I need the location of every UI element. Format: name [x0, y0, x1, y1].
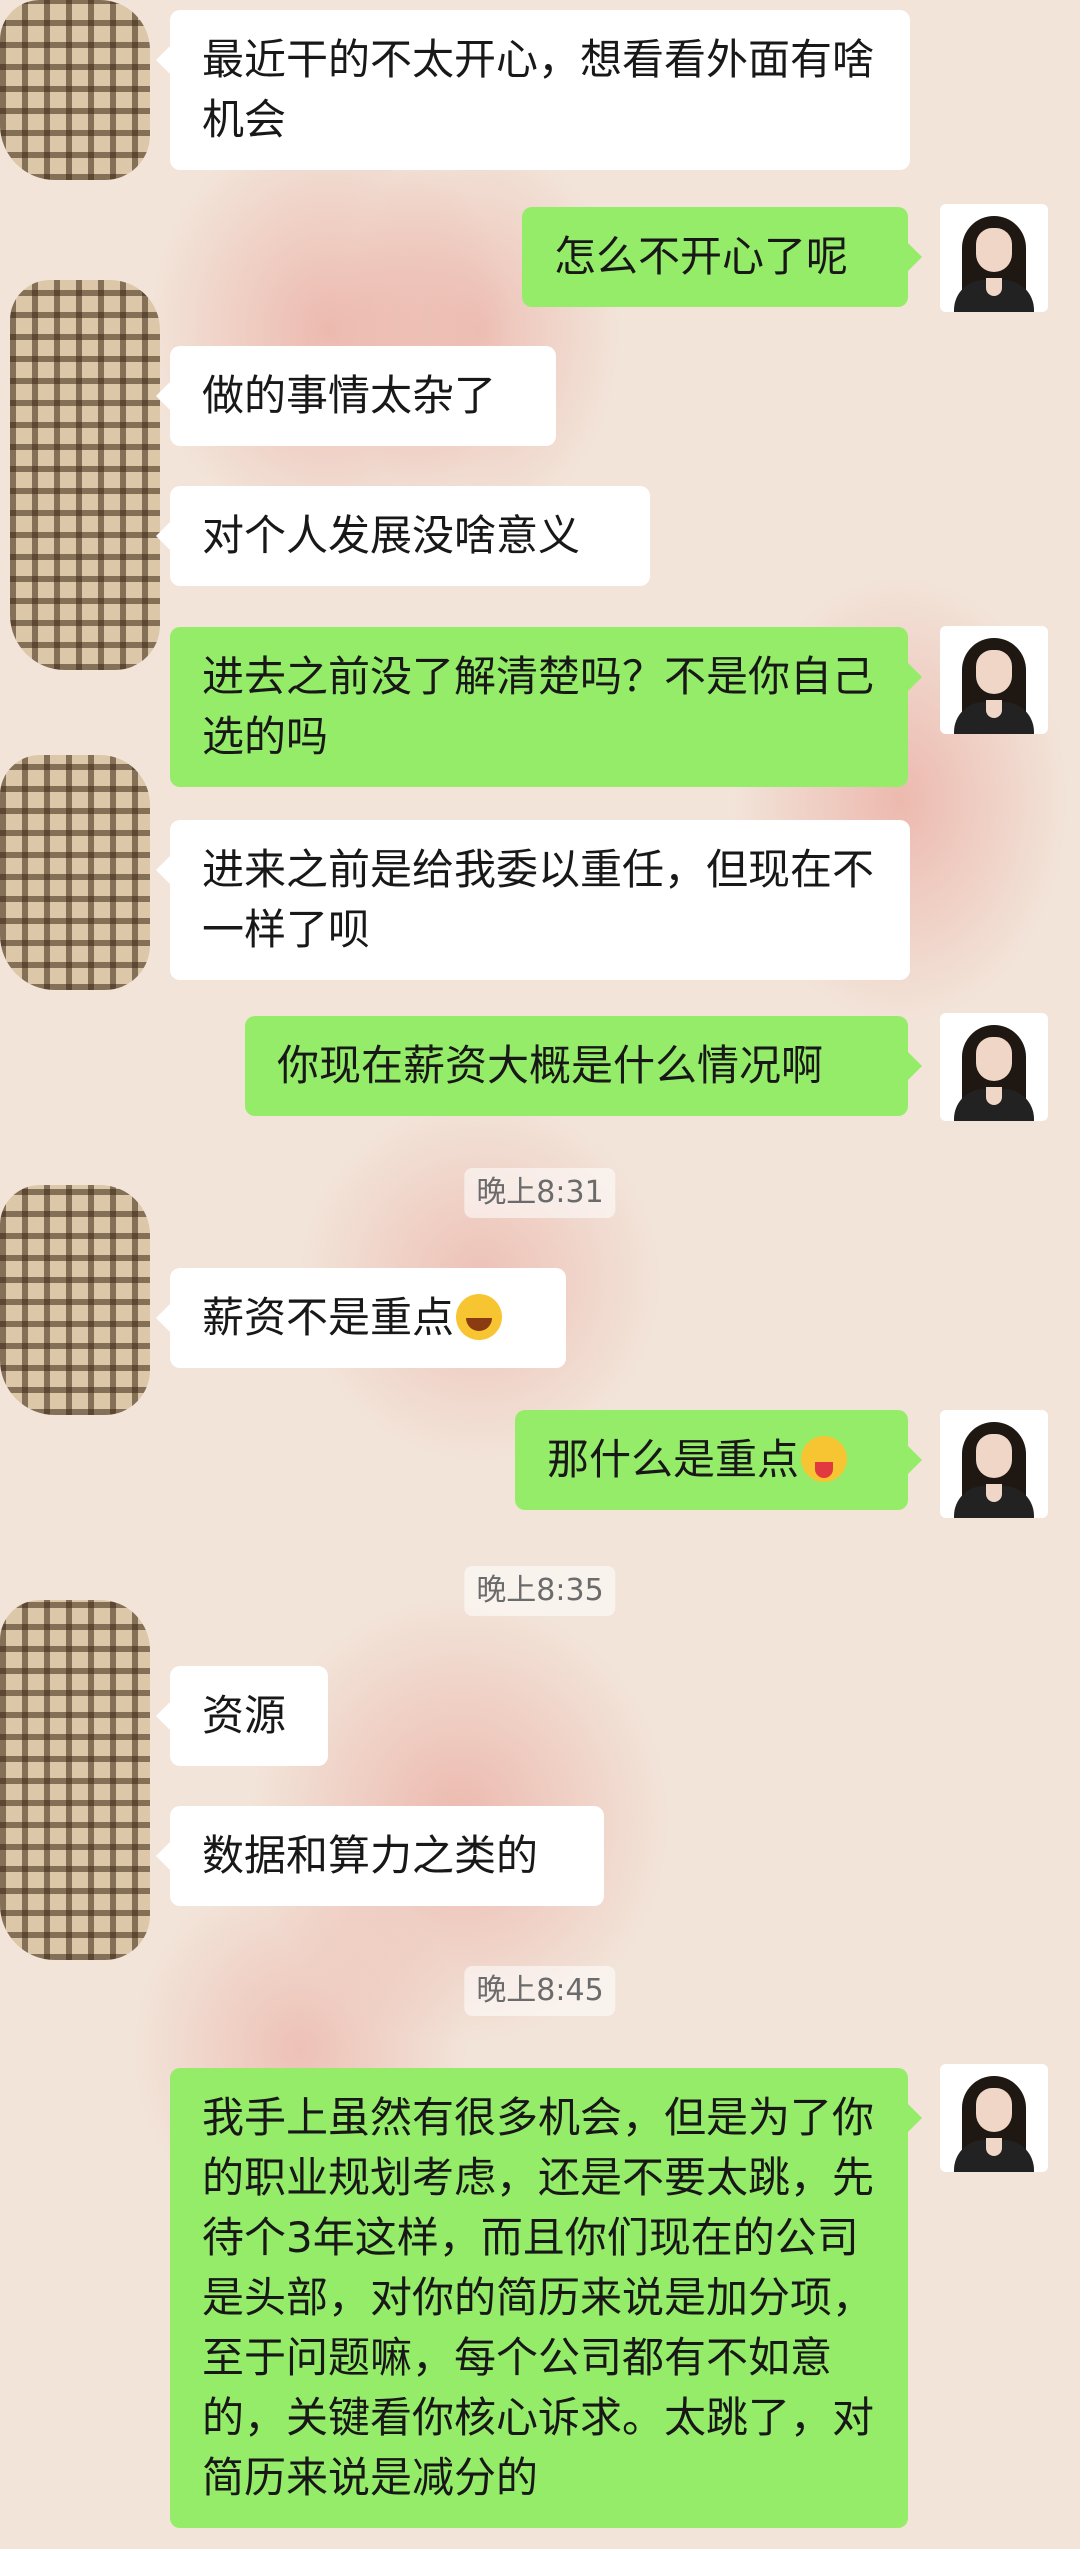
outgoing-message[interactable]: 怎么不开心了呢	[522, 207, 922, 307]
user-avatar[interactable]	[940, 204, 1048, 312]
incoming-message[interactable]: 最近干的不太开心，想看看外面有啥机会	[156, 10, 910, 170]
incoming-message[interactable]: 对个人发展没啥意义	[156, 486, 650, 586]
user-avatar[interactable]	[940, 626, 1048, 734]
incoming-message[interactable]: 数据和算力之类的	[156, 1806, 604, 1906]
laughing-crying-emoji-icon	[456, 1294, 503, 1340]
outgoing-message[interactable]: 那什么是重点	[515, 1410, 922, 1510]
message-text: 那什么是重点	[547, 1435, 800, 1484]
contact-avatar[interactable]	[0, 0, 150, 180]
incoming-message[interactable]: 进来之前是给我委以重任，但现在不一样了呗	[156, 820, 910, 980]
contact-avatar[interactable]	[0, 755, 150, 990]
timestamp: 晚上8:45	[464, 1966, 616, 2016]
user-avatar[interactable]	[940, 1410, 1048, 1518]
contact-avatar[interactable]	[10, 280, 160, 670]
incoming-message[interactable]: 做的事情太杂了	[156, 346, 556, 446]
outgoing-message[interactable]: 你现在薪资大概是什么情况啊	[245, 1016, 922, 1116]
timestamp: 晚上8:31	[464, 1168, 616, 1218]
incoming-message[interactable]: 薪资不是重点	[156, 1268, 566, 1368]
user-avatar[interactable]	[940, 1013, 1048, 1121]
incoming-message[interactable]: 资源	[156, 1666, 328, 1766]
outgoing-message[interactable]: 进去之前没了解清楚吗？不是你自己选的吗	[170, 627, 922, 787]
contact-avatar[interactable]	[0, 1185, 150, 1415]
tongue-out-emoji-icon	[801, 1436, 848, 1482]
outgoing-message[interactable]: 我手上虽然有很多机会，但是为了你的职业规划考虑，还是不要太跳，先待个3年这样，而…	[170, 2068, 922, 2528]
timestamp: 晚上8:35	[464, 1566, 616, 1616]
message-text: 薪资不是重点	[202, 1293, 455, 1342]
contact-avatar[interactable]	[0, 1600, 150, 1960]
user-avatar[interactable]	[940, 2064, 1048, 2172]
